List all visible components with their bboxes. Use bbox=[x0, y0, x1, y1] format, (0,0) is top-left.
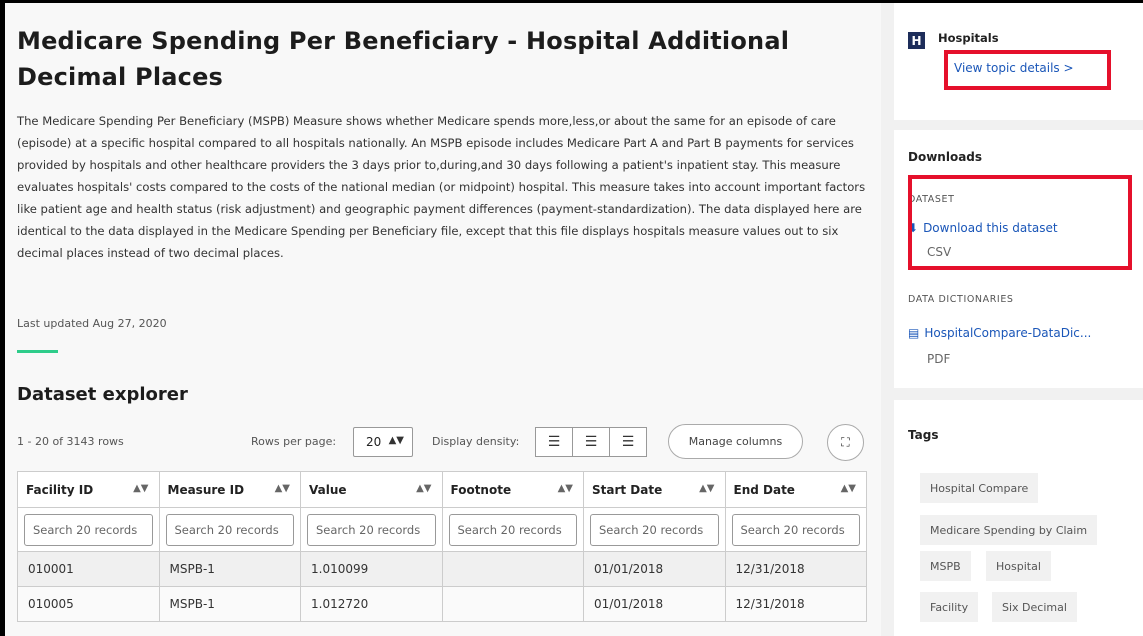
column-search-input[interactable]: Search 20 records bbox=[590, 513, 719, 546]
column-search-input[interactable]: Search 20 records bbox=[731, 513, 860, 546]
filter-cell: Search 20 records bbox=[441, 507, 584, 552]
column-header[interactable]: Value ▲▼ bbox=[300, 471, 443, 508]
table-cell bbox=[441, 586, 584, 622]
tag-chip[interactable]: Facility bbox=[920, 592, 979, 622]
tag-chip[interactable]: Medicare Spending by Claim bbox=[920, 515, 1098, 545]
topic-name: Hospitals bbox=[938, 31, 999, 45]
sort-arrows-icon[interactable]: ▲▼ bbox=[275, 483, 290, 494]
rows-per-page-select[interactable]: 20 ▲▼ bbox=[353, 427, 413, 457]
density-normal-icon[interactable]: ☰ bbox=[573, 428, 610, 456]
column-header-label: End Date bbox=[733, 482, 795, 497]
explorer-title: Dataset explorer bbox=[17, 384, 188, 405]
table-cell: 12/31/2018 bbox=[724, 551, 867, 587]
data-dictionary-link[interactable]: ▤ HospitalCompare-DataDic... bbox=[908, 326, 1091, 340]
column-header-label: Value bbox=[309, 482, 347, 497]
tag-chip[interactable]: Hospital bbox=[986, 551, 1051, 581]
table-cell: 01/01/2018 bbox=[583, 586, 726, 622]
column-header-label: Measure ID bbox=[167, 482, 245, 497]
accent-divider bbox=[17, 350, 58, 353]
filter-cell: Search 20 records bbox=[158, 507, 301, 552]
table-row: 010001 MSPB-1 1.010099 01/01/2018 12/31/… bbox=[17, 551, 867, 587]
density-compact-icon[interactable]: ☰ bbox=[536, 428, 573, 456]
table-cell: 01/01/2018 bbox=[583, 551, 726, 587]
column-search-input[interactable]: Search 20 records bbox=[307, 513, 436, 546]
sort-arrows-icon[interactable]: ▲▼ bbox=[416, 483, 431, 494]
highlight-box bbox=[944, 50, 1111, 90]
document-icon: ▤ bbox=[908, 326, 920, 340]
column-header[interactable]: Facility ID ▲▼ bbox=[17, 471, 160, 508]
column-header[interactable]: Measure ID ▲▼ bbox=[158, 471, 301, 508]
rows-per-page-label: Rows per page: bbox=[251, 435, 337, 448]
column-header[interactable]: Footnote ▲▼ bbox=[441, 471, 584, 508]
filter-row: Search 20 records Search 20 records Sear… bbox=[17, 507, 867, 552]
column-header-label: Facility ID bbox=[26, 482, 94, 497]
fullscreen-icon[interactable]: ⛶ bbox=[827, 424, 864, 461]
topic-card: H Hospitals View topic details > bbox=[894, 3, 1143, 120]
hospital-logo-icon: H bbox=[908, 32, 925, 49]
table-cell: 12/31/2018 bbox=[724, 586, 867, 622]
table-cell: 1.012720 bbox=[300, 586, 443, 622]
column-search-input[interactable]: Search 20 records bbox=[448, 513, 577, 546]
column-header-label: Footnote bbox=[450, 482, 512, 497]
page-title: Medicare Spending Per Beneficiary - Hosp… bbox=[17, 27, 790, 91]
dataset-table: Facility ID ▲▼ Measure ID ▲▼ Value ▲▼ Footn… bbox=[17, 471, 867, 622]
table-cell: 010005 bbox=[17, 586, 160, 622]
table-cell: MSPB-1 bbox=[158, 551, 301, 587]
column-header-label: Start Date bbox=[592, 482, 663, 497]
data-dictionary-label: HospitalCompare-DataDic... bbox=[924, 326, 1092, 340]
dataset-description: The Medicare Spending Per Beneficiary (M… bbox=[17, 114, 866, 260]
tags-card: Tags Hospital Compare Medicare Spending … bbox=[894, 400, 1143, 636]
table-cell bbox=[441, 551, 584, 587]
tags-heading: Tags bbox=[908, 428, 939, 442]
table-row: 010005 MSPB-1 1.012720 01/01/2018 12/31/… bbox=[17, 586, 867, 622]
filter-cell: Search 20 records bbox=[724, 507, 867, 552]
table-cell: 010001 bbox=[17, 551, 160, 587]
downloads-card: Downloads DATASET ⬇ Download this dataset… bbox=[894, 130, 1143, 388]
tag-chip[interactable]: MSPB bbox=[920, 551, 971, 581]
column-header[interactable]: Start Date ▲▼ bbox=[583, 471, 726, 508]
select-arrows-icon: ▲▼ bbox=[388, 435, 404, 446]
rows-per-page-value: 20 bbox=[366, 435, 382, 449]
downloads-heading: Downloads bbox=[908, 150, 983, 164]
tag-chip[interactable]: Six Decimal bbox=[992, 592, 1077, 622]
density-expanded-icon[interactable]: ☰ bbox=[610, 428, 646, 456]
filter-cell: Search 20 records bbox=[17, 507, 160, 552]
table-cell: 1.010099 bbox=[300, 551, 443, 587]
filter-cell: Search 20 records bbox=[583, 507, 726, 552]
data-dictionaries-label: DATA DICTIONARIES bbox=[908, 294, 1014, 305]
highlight-box bbox=[908, 175, 1132, 270]
filter-cell: Search 20 records bbox=[300, 507, 443, 552]
column-search-input[interactable]: Search 20 records bbox=[24, 513, 153, 546]
manage-columns-button[interactable]: Manage columns bbox=[668, 424, 803, 459]
dictionary-format: PDF bbox=[927, 352, 951, 366]
sort-arrows-icon[interactable]: ▲▼ bbox=[699, 483, 714, 494]
display-density-label: Display density: bbox=[432, 435, 520, 448]
rows-count: 1 - 20 of 3143 rows bbox=[17, 435, 124, 448]
last-updated: Last updated Aug 27, 2020 bbox=[17, 317, 167, 330]
table-cell: MSPB-1 bbox=[158, 586, 301, 622]
sort-arrows-icon[interactable]: ▲▼ bbox=[841, 483, 856, 494]
tag-chip[interactable]: Hospital Compare bbox=[920, 473, 1039, 503]
column-search-input[interactable]: Search 20 records bbox=[165, 513, 294, 546]
main-content: Medicare Spending Per Beneficiary - Hosp… bbox=[5, 3, 881, 636]
sort-arrows-icon[interactable]: ▲▼ bbox=[558, 483, 573, 494]
sort-arrows-icon[interactable]: ▲▼ bbox=[133, 483, 148, 494]
display-density-group: ☰ ☰ ☰ bbox=[535, 427, 647, 457]
column-header[interactable]: End Date ▲▼ bbox=[724, 471, 867, 508]
